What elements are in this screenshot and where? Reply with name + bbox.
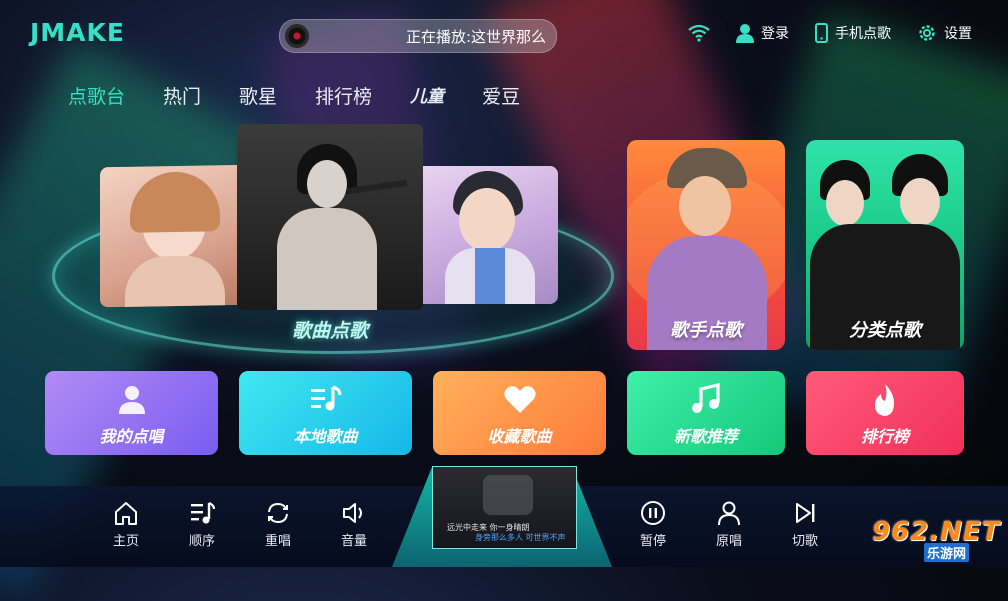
rankings-label: 排行榜 bbox=[860, 427, 909, 446]
my-songs-label: 我的点唱 bbox=[99, 427, 164, 446]
singer-search-label: 歌手点歌 bbox=[670, 320, 742, 341]
wifi-status bbox=[688, 24, 710, 42]
next-song-label: 切歌 bbox=[791, 534, 818, 549]
skip-next-icon bbox=[796, 503, 815, 523]
pause-label: 暂停 bbox=[639, 534, 666, 549]
tab-singers[interactable]: 歌星 bbox=[239, 82, 277, 109]
my-songs-button[interactable]: 我的点唱 bbox=[45, 371, 218, 455]
singer-search-card[interactable]: 歌手点歌 bbox=[627, 140, 785, 350]
tab-idols[interactable]: 爱豆 bbox=[482, 82, 520, 109]
tab-hot[interactable]: 热门 bbox=[163, 82, 201, 109]
phone-icon bbox=[815, 23, 828, 43]
gear-icon bbox=[919, 25, 935, 41]
next-song-button[interactable]: 切歌 bbox=[780, 500, 830, 549]
pause-button[interactable]: 暂停 bbox=[628, 500, 678, 549]
playlist-icon bbox=[191, 501, 215, 524]
category-search-card[interactable]: 分类点歌 bbox=[806, 140, 964, 350]
category-tabs: 点歌台 热门 歌星 排行榜 儿童 爱豆 bbox=[68, 82, 520, 109]
new-songs-button[interactable]: 新歌推荐 bbox=[627, 371, 785, 455]
home-icon bbox=[115, 502, 137, 525]
carousel-photo-left[interactable] bbox=[100, 164, 250, 308]
carousel-photo-right[interactable] bbox=[415, 166, 558, 304]
settings-label: 设置 bbox=[944, 26, 972, 42]
rankings-button[interactable]: 排行榜 bbox=[806, 371, 964, 455]
original-vocal-button[interactable]: 原唱 bbox=[704, 500, 754, 549]
home-button[interactable]: 主页 bbox=[101, 500, 151, 549]
order-label: 顺序 bbox=[188, 534, 215, 549]
music-note-icon bbox=[692, 383, 720, 413]
site-watermark: 962.NET 乐游网 bbox=[872, 517, 1000, 562]
settings-button[interactable]: 设置 bbox=[917, 23, 972, 43]
watermark-sub: 乐游网 bbox=[924, 543, 970, 562]
tab-karaoke[interactable]: 点歌台 bbox=[68, 82, 125, 109]
flame-icon bbox=[875, 384, 894, 416]
lyric-line-2: 身旁那么多人 可世界不声 bbox=[475, 533, 566, 542]
speaker-icon bbox=[343, 503, 362, 523]
app-logo: JMAKE bbox=[30, 18, 125, 47]
song-search-label[interactable]: 歌曲点歌 bbox=[237, 316, 423, 343]
music-list-icon bbox=[310, 385, 341, 411]
login-label: 登录 bbox=[761, 26, 789, 42]
phone-song-button[interactable]: 手机点歌 bbox=[815, 23, 891, 43]
disc-icon bbox=[285, 24, 309, 48]
replay-button[interactable]: 重唱 bbox=[253, 500, 303, 549]
volume-button[interactable]: 音量 bbox=[329, 500, 379, 549]
favorite-songs-label: 收藏歌曲 bbox=[487, 427, 552, 446]
order-button[interactable]: 顺序 bbox=[177, 500, 227, 549]
favorite-songs-button[interactable]: 收藏歌曲 bbox=[433, 371, 606, 455]
tab-kids[interactable]: 儿童 bbox=[410, 82, 444, 109]
replay-label: 重唱 bbox=[264, 534, 291, 549]
user-outline-icon bbox=[718, 501, 740, 526]
heart-icon bbox=[503, 386, 536, 413]
wifi-icon bbox=[688, 24, 710, 42]
replay-icon bbox=[268, 502, 288, 524]
now-playing-text: 正在播放:这世界那么 bbox=[405, 27, 546, 46]
original-vocal-label: 原唱 bbox=[715, 534, 742, 549]
category-search-label: 分类点歌 bbox=[849, 320, 921, 341]
pause-icon bbox=[641, 501, 665, 525]
top-right-toolbar: 登录 手机点歌 设置 bbox=[688, 23, 972, 43]
phone-song-label: 手机点歌 bbox=[835, 26, 891, 42]
login-button[interactable]: 登录 bbox=[736, 23, 789, 43]
new-songs-label: 新歌推荐 bbox=[673, 427, 738, 446]
person-icon bbox=[118, 386, 145, 414]
user-icon bbox=[736, 24, 754, 43]
carousel-photo-center[interactable] bbox=[237, 124, 423, 310]
now-playing-bar[interactable]: 正在播放:这世界那么 bbox=[279, 19, 557, 53]
tab-rankings[interactable]: 排行榜 bbox=[315, 82, 372, 109]
home-label: 主页 bbox=[112, 534, 139, 549]
volume-label: 音量 bbox=[340, 534, 367, 549]
local-songs-label: 本地歌曲 bbox=[293, 427, 358, 446]
video-preview[interactable]: 远光中走来 你一身晴朗 身旁那么多人 可世界不声 bbox=[432, 466, 577, 549]
local-songs-button[interactable]: 本地歌曲 bbox=[239, 371, 412, 455]
